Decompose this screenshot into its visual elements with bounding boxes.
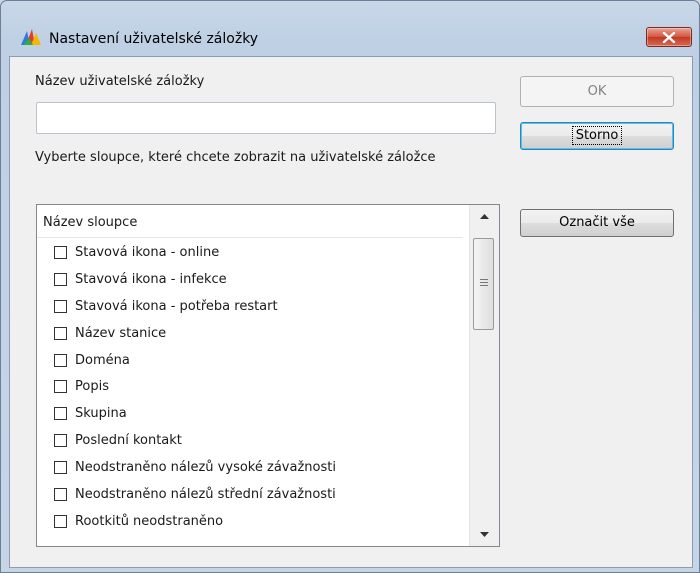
scroll-thumb[interactable] bbox=[473, 238, 494, 330]
list-item[interactable]: Poslední kontakt bbox=[37, 427, 463, 454]
list-item[interactable]: Neodstraněno nálezů střední závažnosti bbox=[37, 481, 463, 508]
list-item[interactable]: Stavová ikona - online bbox=[37, 239, 463, 266]
list-item-label: Stavová ikona - infekce bbox=[75, 271, 227, 287]
app-logo-icon bbox=[21, 29, 41, 45]
list-item[interactable]: Stavová ikona - potřeba restart bbox=[37, 293, 463, 320]
list-item[interactable]: Stavová ikona - infekce bbox=[37, 266, 463, 293]
column-checkbox[interactable] bbox=[54, 461, 67, 475]
column-checkbox[interactable] bbox=[54, 272, 67, 286]
list-item-label: Poslední kontakt bbox=[75, 433, 182, 449]
title-bar[interactable]: Nastavení uživatelské záložky bbox=[1, 1, 699, 57]
close-button[interactable] bbox=[646, 27, 692, 47]
column-rows: Stavová ikona - online Stavová ikona - i… bbox=[37, 239, 463, 535]
list-item[interactable]: Neodstraněno nálezů vysoké závažnosti bbox=[37, 454, 463, 481]
column-checkbox[interactable] bbox=[54, 514, 67, 528]
column-header-label: Název sloupce bbox=[43, 215, 138, 230]
ok-button[interactable]: OK bbox=[520, 76, 674, 107]
arrow-down-icon bbox=[480, 532, 489, 537]
list-item[interactable]: Skupina bbox=[37, 400, 463, 427]
tab-name-input[interactable] bbox=[36, 102, 496, 134]
list-scrollbar[interactable] bbox=[469, 205, 499, 546]
list-item-label: Doména bbox=[75, 352, 130, 368]
column-list-header[interactable]: Název sloupce bbox=[37, 205, 463, 238]
list-item[interactable]: Popis bbox=[37, 373, 463, 400]
scroll-down-button[interactable] bbox=[470, 524, 499, 546]
column-checkbox[interactable] bbox=[54, 245, 67, 259]
list-item-label: Popis bbox=[75, 379, 109, 395]
list-item-label: Stavová ikona - potřeba restart bbox=[75, 298, 278, 314]
column-checkbox[interactable] bbox=[54, 434, 67, 448]
column-checkbox[interactable] bbox=[54, 487, 67, 501]
dialog-window: Nastavení uživatelské záložky Název uživ… bbox=[0, 0, 700, 573]
column-list[interactable]: Název sloupce Stavová ikona - online Sta… bbox=[36, 204, 500, 547]
list-item[interactable]: Doména bbox=[37, 347, 463, 374]
list-item-label: Název stanice bbox=[75, 325, 167, 341]
column-checkbox[interactable] bbox=[54, 299, 67, 313]
cancel-button-label: Storno bbox=[571, 126, 623, 145]
tab-name-label: Název uživatelské záložky bbox=[35, 74, 205, 89]
column-checkbox[interactable] bbox=[54, 407, 67, 421]
column-checkbox[interactable] bbox=[54, 353, 67, 367]
select-all-button[interactable]: Označit vše bbox=[520, 209, 674, 237]
list-item-label: Rootkitů neodstraněno bbox=[75, 513, 224, 529]
list-item[interactable]: Název stanice bbox=[37, 320, 463, 347]
list-item[interactable]: Rootkitů neodstraněno bbox=[37, 508, 463, 535]
list-item-label: Neodstraněno nálezů vysoké závažnosti bbox=[75, 460, 336, 476]
list-item-label: Stavová ikona - online bbox=[75, 244, 220, 260]
dialog-content: Název uživatelské záložky Vyberte sloupc… bbox=[9, 56, 693, 568]
window-title: Nastavení uživatelské záložky bbox=[49, 31, 259, 47]
cancel-button[interactable]: Storno bbox=[520, 122, 674, 150]
grip-icon bbox=[480, 279, 488, 288]
list-item-label: Skupina bbox=[75, 406, 127, 422]
column-checkbox[interactable] bbox=[54, 380, 67, 394]
list-item-label: Neodstraněno nálezů střední závažnosti bbox=[75, 486, 336, 502]
column-instruction: Vyberte sloupce, které chcete zobrazit n… bbox=[35, 150, 436, 165]
arrow-up-icon bbox=[480, 214, 489, 219]
column-checkbox[interactable] bbox=[54, 326, 67, 340]
scroll-up-button[interactable] bbox=[470, 205, 499, 227]
close-icon bbox=[662, 32, 676, 43]
